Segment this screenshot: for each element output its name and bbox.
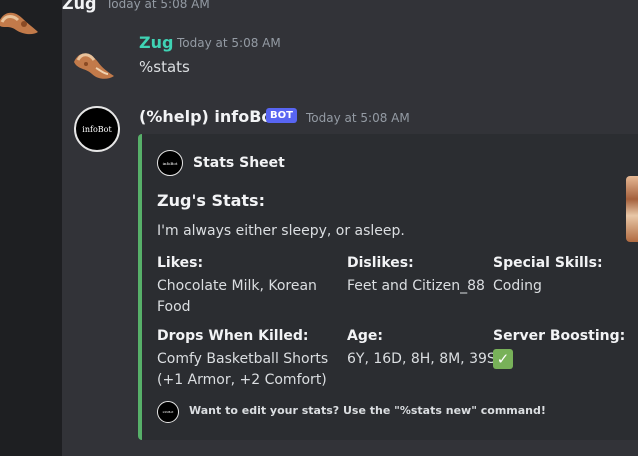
field-value-dislikes: Feet and Citizen_88 (347, 278, 485, 294)
fried-food-avatar-icon[interactable] (0, 0, 38, 38)
message-timestamp: Today at 5:08 AM (106, 0, 210, 11)
embed-author-icon: infoBot (157, 150, 183, 176)
fried-food-avatar-icon[interactable] (72, 40, 116, 84)
embed-footer-icon: infoBot (157, 401, 179, 423)
bot-avatar[interactable]: infoBot (74, 106, 120, 152)
field-name-drops: Drops When Killed: (157, 328, 309, 344)
embed-title: Zug's Stats: (157, 191, 265, 210)
field-value-age: 6Y, 16D, 8H, 8M, 39S (347, 351, 496, 367)
bot-badge: BOT (266, 108, 297, 123)
field-value-likes: Chocolate Milk, Korean Food (157, 278, 317, 315)
embed-thumbnail[interactable] (626, 176, 638, 242)
field-name-special-skills: Special Skills: (493, 255, 603, 271)
field-name-age: Age: (347, 328, 383, 344)
field-value-special-skills: Coding (493, 278, 542, 294)
field-name-likes: Likes: (157, 255, 204, 271)
embed-description: I'm always either sleepy, or asleep. (157, 223, 405, 239)
message-author[interactable]: (%help) infoBot (139, 107, 280, 126)
embed-footer-text: Want to edit your stats? Use the "%stats… (189, 404, 546, 417)
message-author[interactable]: Zug (62, 0, 96, 13)
check-mark-icon: ✓ (493, 349, 513, 369)
message-timestamp: Today at 5:08 AM (177, 36, 281, 50)
message-content: %stats (139, 58, 190, 76)
message-timestamp: Today at 5:08 AM (306, 111, 410, 125)
field-value-drops: Comfy Basketball Shorts (+1 Armor, +2 Co… (157, 351, 329, 388)
embed-author-name: Stats Sheet (193, 155, 285, 171)
field-value-server-boosting: ✓ (493, 349, 513, 371)
message-author[interactable]: Zug (139, 33, 173, 52)
field-name-server-boosting: Server Boosting: (493, 328, 626, 344)
field-name-dislikes: Dislikes: (347, 255, 414, 271)
